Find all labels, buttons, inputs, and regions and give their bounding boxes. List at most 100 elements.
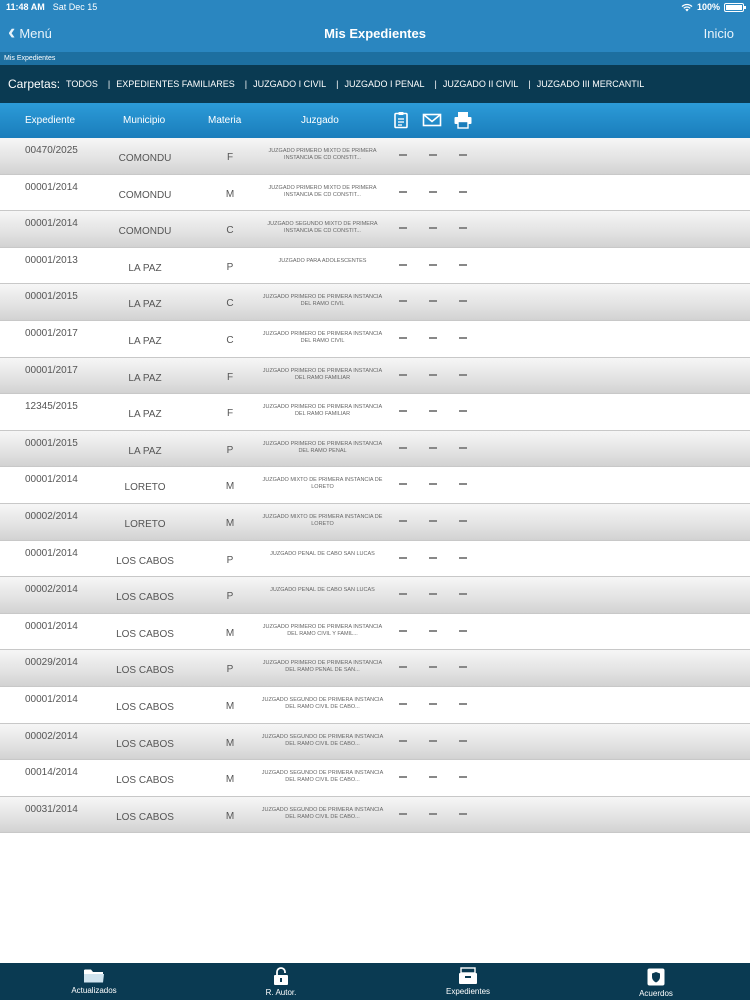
row-doc-dash[interactable] — [399, 666, 407, 669]
row-mail-dash[interactable] — [429, 812, 437, 815]
row-doc-dash[interactable] — [399, 739, 407, 742]
row-print-dash[interactable] — [459, 483, 467, 486]
row-doc-dash[interactable] — [399, 300, 407, 303]
tab-r-autor[interactable]: R. Autor. — [241, 963, 321, 997]
row-doc-dash[interactable] — [399, 263, 407, 266]
row-mail-dash[interactable] — [429, 739, 437, 742]
row-print-dash[interactable] — [459, 702, 467, 705]
col-materia[interactable]: Materia — [208, 115, 241, 126]
col-juzgado[interactable]: Juzgado — [301, 115, 339, 126]
row-mail-dash[interactable] — [429, 373, 437, 376]
row-print-dash[interactable] — [459, 666, 467, 669]
row-mail-dash[interactable] — [429, 702, 437, 705]
row-doc-dash[interactable] — [399, 410, 407, 413]
tab-juzgado-i-civil[interactable]: JUZGADO I CIVIL — [253, 79, 326, 89]
row-print-dash[interactable] — [459, 446, 467, 449]
row-mail-dash[interactable] — [429, 154, 437, 156]
row-doc-dash[interactable] — [399, 336, 407, 339]
tab-actualizados[interactable]: Actualizados — [54, 963, 134, 995]
row-mail-dash[interactable] — [429, 519, 437, 522]
row-doc-dash[interactable] — [399, 227, 407, 230]
row-mail-dash[interactable] — [429, 336, 437, 339]
row-print-dash[interactable] — [459, 812, 467, 815]
row-doc-dash[interactable] — [399, 190, 407, 193]
row-print-dash[interactable] — [459, 776, 467, 779]
table-row[interactable]: 00031/2014 LOS CABOS M JUZGADO SEGUNDO D… — [0, 796, 750, 834]
row-doc-dash[interactable] — [399, 483, 407, 486]
row-mail-dash[interactable] — [429, 556, 437, 559]
row-print-dash[interactable] — [459, 154, 467, 156]
row-expediente: 00001/2013 — [25, 254, 78, 266]
row-doc-dash[interactable] — [399, 593, 407, 596]
menu-back-button[interactable]: ‹ Menú — [8, 21, 52, 43]
row-mail-dash[interactable] — [429, 483, 437, 486]
row-materia: P — [226, 444, 234, 456]
table-row[interactable]: 12345/2015 LA PAZ F JUZGADO PRIMERO DE P… — [0, 394, 750, 431]
row-print-dash[interactable] — [459, 373, 467, 376]
row-municipio: LA PAZ — [128, 409, 162, 421]
badge-icon — [647, 968, 665, 986]
row-mail-dash[interactable] — [429, 263, 437, 266]
tab-todos[interactable]: TODOS — [66, 79, 98, 89]
row-doc-dash[interactable] — [399, 373, 407, 376]
row-mail-dash[interactable] — [429, 300, 437, 303]
table-row[interactable]: 00001/2015 LA PAZ C JUZGADO PRIMERO DE P… — [0, 284, 750, 321]
table-row[interactable]: 00029/2014 LOS CABOS P JUZGADO PRIMERO D… — [0, 650, 750, 687]
row-mail-dash[interactable] — [429, 666, 437, 669]
tab-expedientes[interactable]: Expedientes — [428, 963, 508, 996]
table-row[interactable]: 00470/2025 COMONDU F JUZGADO PRIMERO MIX… — [0, 138, 750, 175]
tab-juzgado-ii-civil[interactable]: JUZGADO II CIVIL — [443, 79, 519, 89]
row-print-dash[interactable] — [459, 190, 467, 193]
table-row[interactable]: 00001/2014 LOS CABOS M JUZGADO SEGUNDO D… — [0, 687, 750, 724]
row-doc-dash[interactable] — [399, 629, 407, 632]
row-doc-dash[interactable] — [399, 154, 407, 156]
tab-expedientes-familiares[interactable]: EXPEDIENTES FAMILIARES — [116, 79, 235, 89]
row-doc-dash[interactable] — [399, 812, 407, 815]
table-row[interactable]: 00001/2015 LA PAZ P JUZGADO PRIMERO DE P… — [0, 430, 750, 468]
table-row[interactable]: 00001/2017 LA PAZ F JUZGADO PRIMERO DE P… — [0, 357, 750, 395]
row-mail-dash[interactable] — [429, 410, 437, 413]
row-print-dash[interactable] — [459, 300, 467, 303]
tab-acuerdos[interactable]: Acuerdos — [616, 963, 696, 998]
row-print-dash[interactable] — [459, 227, 467, 230]
row-mail-dash[interactable] — [429, 227, 437, 230]
row-print-dash[interactable] — [459, 556, 467, 559]
printer-icon[interactable] — [453, 111, 473, 129]
table-row[interactable]: 00014/2014 LOS CABOS M JUZGADO SEGUNDO D… — [0, 760, 750, 797]
row-doc-dash[interactable] — [399, 519, 407, 522]
row-print-dash[interactable] — [459, 410, 467, 413]
row-print-dash[interactable] — [459, 593, 467, 596]
table-row[interactable]: 00001/2017 LA PAZ C JUZGADO PRIMERO DE P… — [0, 321, 750, 358]
table-row[interactable]: 00002/2014 LOS CABOS M JUZGADO SEGUNDO D… — [0, 723, 750, 761]
row-juzgado: JUZGADO PRIMERO MIXTO DE PRIMERA INSTANC… — [268, 148, 377, 161]
row-doc-dash[interactable] — [399, 556, 407, 559]
home-button[interactable]: Inicio — [704, 26, 734, 41]
row-mail-dash[interactable] — [429, 593, 437, 596]
table-row[interactable]: 00001/2014 COMONDU M JUZGADO PRIMERO MIX… — [0, 175, 750, 212]
table-row[interactable]: 00001/2014 LOS CABOS M JUZGADO PRIMERO D… — [0, 614, 750, 651]
table-row[interactable]: 00001/2014 COMONDU C JUZGADO SEGUNDO MIX… — [0, 211, 750, 248]
row-doc-dash[interactable] — [399, 702, 407, 705]
row-mail-dash[interactable] — [429, 629, 437, 632]
tab-juzgado-i-penal[interactable]: JUZGADO I PENAL — [344, 79, 424, 89]
row-print-dash[interactable] — [459, 263, 467, 266]
row-mail-dash[interactable] — [429, 446, 437, 449]
row-mail-dash[interactable] — [429, 776, 437, 779]
tab-juzgado-iii-mercantil[interactable]: JUZGADO III MERCANTIL — [537, 79, 645, 89]
table-row[interactable]: 00001/2014 LORETO M JUZGADO MIXTO DE PRI… — [0, 467, 750, 504]
col-municipio[interactable]: Municipio — [123, 115, 165, 126]
table-row[interactable]: 00001/2014 LOS CABOS P JUZGADO PENAL DE … — [0, 541, 750, 578]
row-print-dash[interactable] — [459, 336, 467, 339]
row-print-dash[interactable] — [459, 739, 467, 742]
table-row[interactable]: 00001/2013 LA PAZ P JUZGADO PARA ADOLESC… — [0, 248, 750, 285]
clipboard-icon[interactable] — [391, 111, 411, 129]
row-print-dash[interactable] — [459, 519, 467, 522]
row-print-dash[interactable] — [459, 629, 467, 632]
row-doc-dash[interactable] — [399, 776, 407, 779]
row-doc-dash[interactable] — [399, 446, 407, 449]
col-expediente[interactable]: Expediente — [25, 115, 75, 126]
mail-icon[interactable] — [422, 111, 442, 129]
row-mail-dash[interactable] — [429, 190, 437, 193]
table-row[interactable]: 00002/2014 LOS CABOS P JUZGADO PENAL DE … — [0, 577, 750, 614]
table-row[interactable]: 00002/2014 LORETO M JUZGADO MIXTO DE PRI… — [0, 503, 750, 541]
